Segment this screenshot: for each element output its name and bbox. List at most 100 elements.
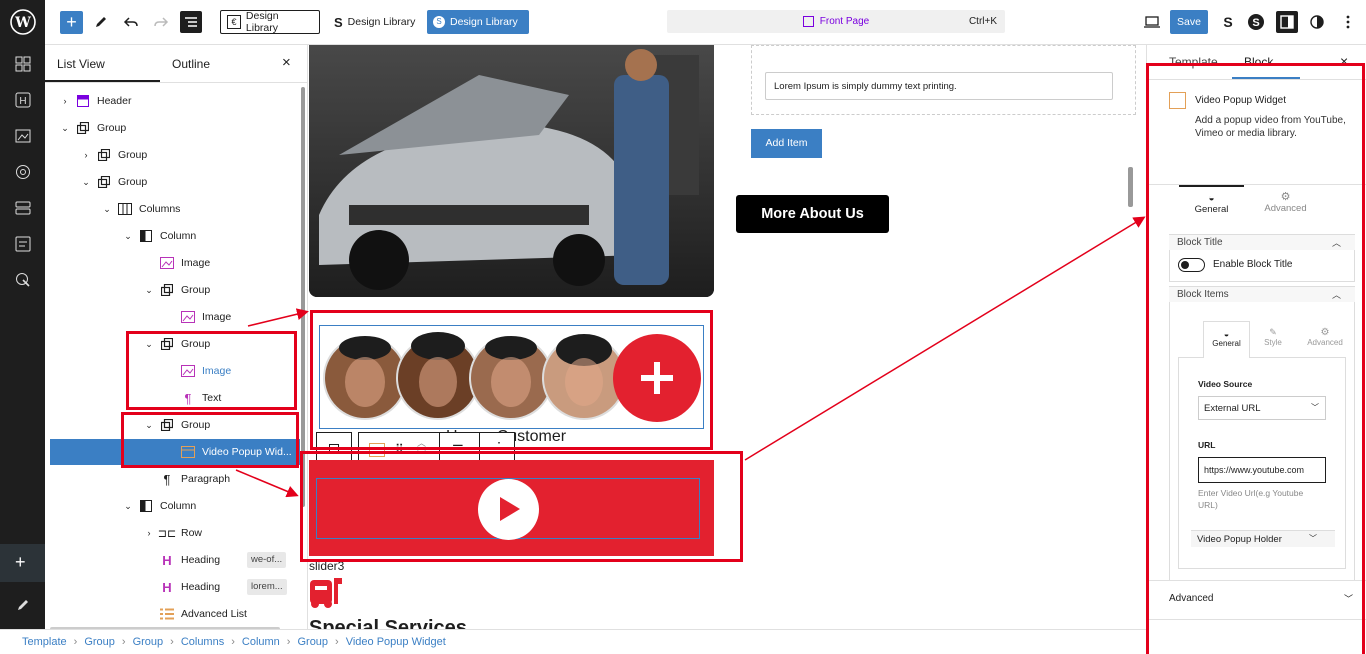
design-library-button-2[interactable]: S Design Library bbox=[328, 10, 422, 34]
add-new-button[interactable]: + bbox=[0, 544, 45, 582]
breadcrumb-item[interactable]: Group bbox=[297, 636, 328, 648]
tab-block[interactable]: Block bbox=[1244, 55, 1273, 69]
breadcrumb-separator: › bbox=[121, 636, 126, 648]
chevron-down-icon[interactable]: ⌄ bbox=[123, 501, 133, 512]
breadcrumb-item[interactable]: Group bbox=[133, 636, 164, 648]
tree-item-advanced-list[interactable]: Advanced List bbox=[50, 601, 300, 627]
breadcrumb-item[interactable]: Video Popup Widget bbox=[346, 636, 446, 648]
chevron-down-icon[interactable]: ⌄ bbox=[60, 123, 70, 134]
video-popup-holder-toggle[interactable]: Video Popup Holder ﹀ bbox=[1191, 530, 1335, 547]
pencil-icon[interactable] bbox=[12, 594, 34, 616]
tree-item-heading[interactable]: H Heading we-of... bbox=[50, 547, 300, 573]
video-block-icon[interactable] bbox=[369, 443, 385, 457]
chevron-down-icon[interactable]: ⌄ bbox=[144, 285, 154, 296]
scrollbar[interactable] bbox=[301, 87, 305, 507]
advanced-section-header[interactable]: Advanced bbox=[1169, 593, 1213, 604]
breadcrumb-item[interactable]: Group bbox=[84, 636, 115, 648]
mechanic-photo[interactable] bbox=[309, 45, 714, 297]
tree-item-video-popup-widget[interactable]: Video Popup Wid... bbox=[50, 439, 300, 465]
canvas-scrollbar[interactable] bbox=[1128, 167, 1133, 207]
tab-list-view[interactable]: List View bbox=[57, 57, 105, 71]
block-items-section-header[interactable]: Block Items ︿ bbox=[1169, 286, 1355, 302]
add-item-button[interactable]: Add Item bbox=[751, 129, 822, 158]
inner-tab-style[interactable]: ✎ Style bbox=[1253, 327, 1293, 347]
block-options-icon[interactable]: ⋮ bbox=[492, 439, 506, 456]
tab-general[interactable]: ◒ General bbox=[1179, 185, 1244, 223]
undo-icon[interactable] bbox=[120, 11, 142, 33]
redo-icon[interactable] bbox=[150, 11, 172, 33]
video-popup-inner[interactable] bbox=[316, 478, 700, 540]
tree-item-group[interactable]: ⌄ Group bbox=[50, 115, 300, 141]
tree-item-text[interactable]: ¶ Text bbox=[50, 385, 300, 411]
media-icon[interactable] bbox=[12, 125, 34, 147]
chevron-down-icon[interactable]: ⌄ bbox=[123, 231, 133, 242]
tab-advanced[interactable]: ⚙ Advanced bbox=[1253, 187, 1318, 225]
wordpress-logo-icon[interactable]: W bbox=[8, 7, 38, 37]
target-icon[interactable] bbox=[12, 161, 34, 183]
video-source-select[interactable]: External URL ﹀ bbox=[1198, 396, 1326, 420]
text-block-icon: ¶ bbox=[184, 390, 192, 406]
more-options-icon[interactable] bbox=[1337, 11, 1359, 33]
tree-item-label: Column bbox=[160, 500, 197, 512]
device-preview-icon[interactable] bbox=[1141, 11, 1163, 33]
chevron-down-icon[interactable]: ⌄ bbox=[144, 339, 154, 350]
edit-tool-icon[interactable] bbox=[90, 11, 112, 33]
tree-item-image[interactable]: Image bbox=[50, 358, 300, 384]
database-icon[interactable] bbox=[12, 197, 34, 219]
spectra-icon[interactable]: S bbox=[1217, 11, 1239, 33]
tab-template[interactable]: Template bbox=[1169, 55, 1218, 69]
tree-item-columns[interactable]: ⌄ Columns bbox=[50, 196, 300, 222]
url-input[interactable]: https://www.youtube.com bbox=[1198, 457, 1326, 483]
dashboard-icon[interactable] bbox=[12, 53, 34, 75]
header-template-icon[interactable]: H bbox=[12, 89, 34, 111]
chevron-right-icon[interactable]: › bbox=[60, 96, 70, 106]
document-overview-icon[interactable] bbox=[180, 11, 202, 33]
chevron-down-icon[interactable]: ⌄ bbox=[81, 177, 91, 188]
play-button[interactable] bbox=[478, 479, 539, 540]
tree-item-group[interactable]: ⌄ Group bbox=[50, 277, 300, 303]
drag-handle-icon[interactable]: ⠿ bbox=[395, 442, 404, 456]
save-button[interactable]: Save bbox=[1170, 10, 1208, 34]
move-arrows-icon[interactable]: ︿ ﹀ bbox=[417, 437, 426, 461]
close-icon[interactable]: × bbox=[282, 54, 291, 71]
chevron-down-icon[interactable]: ﹀ bbox=[1344, 592, 1353, 605]
tree-item-group[interactable]: ⌄ Group bbox=[50, 331, 300, 357]
tab-outline[interactable]: Outline bbox=[172, 57, 210, 71]
breadcrumb-item[interactable]: Column bbox=[242, 636, 280, 648]
customer-avatar-group[interactable] bbox=[319, 325, 704, 429]
tree-item-header[interactable]: › Header bbox=[50, 88, 300, 114]
tree-item-group[interactable]: ⌄ Group bbox=[50, 412, 300, 438]
tree-item-paragraph[interactable]: ¶ Paragraph bbox=[50, 466, 300, 492]
chevron-down-icon[interactable]: ⌄ bbox=[144, 420, 154, 431]
tree-item-group[interactable]: ⌄ Group bbox=[50, 169, 300, 195]
tree-item-row[interactable]: › ⊐⊏ Row bbox=[50, 520, 300, 546]
settings-sidebar-icon[interactable] bbox=[1276, 11, 1298, 33]
inner-tab-general[interactable]: ◒ General bbox=[1203, 321, 1250, 358]
align-icon[interactable]: ☰ bbox=[452, 442, 464, 458]
tree-item-column[interactable]: ⌄ Column bbox=[50, 223, 300, 249]
plugin-logo-icon[interactable]: S bbox=[1245, 11, 1267, 33]
breadcrumb-item[interactable]: Template bbox=[22, 636, 67, 648]
tree-item-column[interactable]: ⌄ Column bbox=[50, 493, 300, 519]
enable-title-toggle[interactable] bbox=[1178, 258, 1205, 272]
tree-item-image[interactable]: Image bbox=[50, 304, 300, 330]
pointer-icon[interactable] bbox=[12, 269, 34, 291]
close-icon[interactable]: × bbox=[1340, 53, 1348, 69]
inner-tab-advanced[interactable]: ⚙ Advanced bbox=[1303, 327, 1347, 347]
styles-icon[interactable] bbox=[1306, 11, 1328, 33]
design-library-button-3[interactable]: S Design Library bbox=[427, 10, 529, 34]
tree-item-image[interactable]: Image bbox=[50, 250, 300, 276]
block-inserter-button[interactable]: + bbox=[60, 11, 83, 34]
list-item-input[interactable]: Lorem Ipsum is simply dummy text printin… bbox=[765, 72, 1113, 100]
breadcrumb-item[interactable]: Columns bbox=[181, 636, 224, 648]
command-palette-button[interactable]: Front Page Ctrl+K bbox=[667, 10, 1005, 33]
chevron-right-icon[interactable]: › bbox=[81, 150, 91, 160]
chevron-down-icon[interactable]: ⌄ bbox=[102, 204, 112, 215]
tree-item-group[interactable]: › Group bbox=[50, 142, 300, 168]
block-title-section-header[interactable]: Block Title ︿ bbox=[1169, 234, 1355, 250]
design-library-button-1[interactable]: € Design Library bbox=[220, 10, 320, 34]
form-icon[interactable] bbox=[12, 233, 34, 255]
tree-item-heading[interactable]: H Heading lorem... bbox=[50, 574, 300, 600]
chevron-right-icon[interactable]: › bbox=[144, 528, 154, 538]
more-about-us-button[interactable]: More About Us bbox=[736, 195, 889, 233]
